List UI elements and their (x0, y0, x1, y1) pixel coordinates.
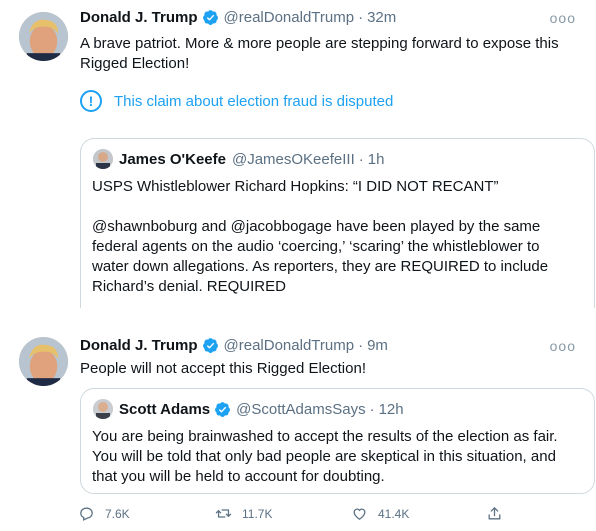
quoted-avatar-image (93, 399, 113, 419)
quoted-timestamp: 12h (378, 400, 404, 418)
reply-count: 7.6K (105, 506, 130, 521)
quoted-author-handle: @JamesOKeefeIII (231, 150, 355, 168)
quoted-tweet-header: James O'Keefe @JamesOKeefeIII · 1h (93, 149, 384, 169)
quoted-text-line: water down allegations. As reporters, th… (92, 258, 549, 275)
separator: · (358, 9, 364, 26)
separator: · (358, 150, 364, 168)
disputed-info-icon: ! (80, 90, 102, 112)
reply-button[interactable]: 7.6K (78, 505, 130, 522)
quoted-tweet-text: USPS Whistleblower Richard Hopkins: “I D… (92, 177, 548, 297)
timestamp[interactable]: 32m (367, 9, 396, 26)
tweet-actions: 7.6K 11.7K 41.4K (78, 505, 501, 523)
quoted-timestamp: 1h (367, 150, 385, 168)
tweet-text: A brave patriot. More & more people are … (80, 34, 559, 74)
verified-badge-icon (202, 338, 218, 353)
quoted-tweet[interactable]: Scott Adams @ScottAdamsSays · 12h You ar… (80, 388, 595, 494)
quoted-text-line: Richard’s denial. REQUIRED (92, 278, 286, 295)
quoted-author-handle: @ScottAdamsSays (236, 400, 366, 418)
author-name[interactable]: Donald J. Trump (80, 9, 198, 26)
author-name[interactable]: Donald J. Trump (80, 337, 198, 354)
retweet-button[interactable]: 11.7K (215, 505, 272, 522)
like-button[interactable]: 41.4K (351, 505, 409, 522)
tweet-1[interactable]: Donald J. Trump @realDonaldTrump · 32m o… (0, 0, 596, 308)
author-handle[interactable]: @realDonaldTrump (224, 337, 355, 354)
author-handle[interactable]: @realDonaldTrump (224, 9, 355, 26)
quoted-avatar (93, 399, 113, 419)
quoted-author-name: Scott Adams (119, 400, 211, 418)
avatar-image (19, 337, 68, 386)
quoted-tweet[interactable]: James O'Keefe @JamesOKeefeIII · 1h USPS … (80, 138, 595, 308)
retweet-icon (215, 509, 232, 518)
quoted-text-line: You are being brainwashed to accept the … (92, 428, 558, 445)
reply-icon (80, 507, 93, 521)
quoted-text-line: @shawnboburg and @jacobbogage have been … (92, 218, 541, 235)
quoted-tweet-text: You are being brainwashed to accept the … (92, 427, 558, 487)
tweet-text: People will not accept this Rigged Elect… (80, 360, 366, 377)
quoted-tweet-header: Scott Adams @ScottAdamsSays · 12h (93, 399, 404, 419)
quoted-author-name: James O'Keefe (119, 150, 226, 168)
avatar-image (19, 12, 68, 61)
verified-badge-icon (202, 10, 218, 25)
quoted-text-line: USPS Whistleblower Richard Hopkins: “I D… (92, 178, 499, 195)
like-icon (353, 508, 366, 520)
like-count: 41.4K (378, 506, 410, 521)
quoted-text-line: You will be told that only bad people ar… (92, 448, 556, 465)
quoted-text-line: federal agents on the audio ‘coercing,’ … (92, 238, 540, 255)
quoted-avatar-image (93, 149, 113, 169)
share-icon (488, 507, 501, 520)
more-icon[interactable]: ooo (550, 338, 576, 354)
quoted-avatar (93, 149, 113, 169)
quoted-text-line: that you will be held to account for dou… (92, 468, 385, 485)
separator: · (358, 337, 364, 354)
verified-badge-icon (215, 401, 231, 417)
tweet-header: Donald J. Trump @realDonaldTrump · 32m (80, 9, 396, 26)
timestamp[interactable]: 9m (367, 337, 388, 354)
avatar[interactable] (19, 337, 68, 386)
more-icon[interactable]: ooo (550, 10, 576, 26)
tweet-2[interactable]: Donald J. Trump @realDonaldTrump · 9m oo… (0, 330, 596, 531)
retweet-count: 11.7K (242, 506, 273, 521)
avatar[interactable] (19, 12, 68, 61)
tweet-text-line: Rigged Election! (80, 55, 190, 72)
tweet-header: Donald J. Trump @realDonaldTrump · 9m (80, 337, 388, 354)
disputed-claim-notice[interactable]: ! This claim about election fraud is dis… (80, 90, 393, 112)
disputed-claim-label[interactable]: This claim about election fraud is dispu… (114, 93, 393, 110)
tweet-text-line: A brave patriot. More & more people are … (80, 35, 559, 52)
separator: · (369, 400, 375, 418)
share-button[interactable] (486, 505, 513, 522)
